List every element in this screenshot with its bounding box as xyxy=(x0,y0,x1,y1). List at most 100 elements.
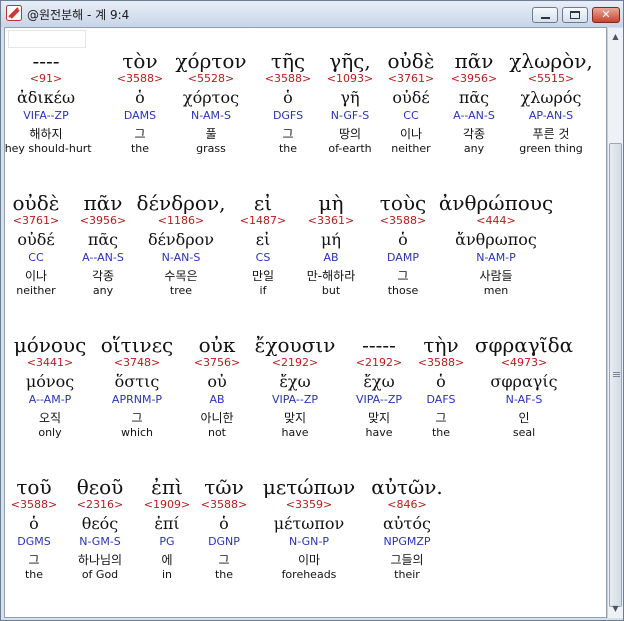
word-group[interactable]: γῆς, <1093> γῆ N-GF-S 땅의 of-earth xyxy=(327,50,373,156)
parse-code: VIFA--ZP xyxy=(23,109,69,122)
lemma: πᾶς xyxy=(87,230,119,249)
word-group[interactable]: τῶν <3588> ὁ DGNP 그 the xyxy=(201,476,247,582)
korean-gloss: 이마 xyxy=(297,553,321,567)
word-group[interactable]: οὐδὲ <3761> οὐδέ CC 이나 neither xyxy=(388,50,435,156)
lemma: θεός xyxy=(81,514,119,533)
english-gloss: any xyxy=(92,284,114,297)
word-group[interactable]: εἰ <1487> εἰ CS 만일 if xyxy=(240,192,286,298)
word-group[interactable]: τοῦ <3588> ὁ DGMS 그 the xyxy=(11,476,57,582)
strong-number: <846> xyxy=(387,498,427,511)
word-group[interactable]: ---- <91> ἀδικέω VIFA--ZP 해하지 they should-hur… xyxy=(5,49,92,156)
interlinear-pane[interactable]: ---- <91> ἀδικέω VIFA--ZP 해하지 they should-hur… xyxy=(4,27,607,618)
vertical-scrollbar[interactable]: ▲ ▼ xyxy=(607,28,623,618)
word-group[interactable]: αὐτῶν. <846> αὐτός NPGMZP 그들의 their xyxy=(371,476,443,582)
english-gloss: only xyxy=(38,426,62,439)
parse-code: CS xyxy=(255,251,271,264)
korean-gloss: 그 xyxy=(131,411,143,425)
strong-number: <3956> xyxy=(450,72,498,85)
strong-number: <2316> xyxy=(76,498,124,511)
lemma: μόνος xyxy=(25,372,75,391)
scrollbar-thumb[interactable] xyxy=(609,143,622,607)
korean-gloss: 인 xyxy=(518,411,530,425)
greek-word: μὴ xyxy=(318,191,344,215)
lemma: πᾶς xyxy=(458,88,490,107)
english-gloss: have xyxy=(281,426,309,439)
greek-word: τοὺς xyxy=(379,191,427,215)
word-group[interactable]: ἔχουσιν <2192> ἔχω VIPA--ZP 맞지 have xyxy=(255,334,336,440)
parse-code: N-GM-S xyxy=(79,535,121,548)
word-group[interactable]: ----- <2192> ἔχω VIPA--ZP 맞지 have xyxy=(356,334,402,440)
korean-gloss: 풀 xyxy=(205,127,217,141)
word-group[interactable]: πᾶν <3956> πᾶς A--AN-S 각종 any xyxy=(451,50,497,156)
english-gloss: the xyxy=(24,568,44,581)
korean-gloss: 만일 xyxy=(251,269,275,283)
english-gloss: their xyxy=(394,568,420,581)
greek-word: γῆς, xyxy=(329,49,371,73)
word-group[interactable]: τὸν <3588> ὁ DAMS 그 the xyxy=(117,50,163,156)
word-group[interactable]: σφραγῖδα <4973> σφραγίς N-AF-S 인 seal xyxy=(475,334,573,440)
word-group[interactable]: τῆς <3588> ὁ DGFS 그 the xyxy=(265,50,311,156)
korean-gloss: 그 xyxy=(282,127,294,141)
lemma: σφραγίς xyxy=(490,372,558,391)
word-group[interactable]: μόνους <3441> μόνος A--AM-P 오직 only xyxy=(14,334,87,440)
word-group[interactable]: θεοῦ <2316> θεός N-GM-S 하나님의 of God xyxy=(77,476,124,582)
english-gloss: neither xyxy=(391,142,431,155)
strong-number: <3361> xyxy=(307,214,355,227)
korean-gloss: 에 xyxy=(161,553,173,567)
strong-number: <1186> xyxy=(157,214,205,227)
app-icon[interactable] xyxy=(6,5,22,21)
word-group[interactable]: οὐκ <3756> οὐ AB 아니한 not xyxy=(194,334,240,440)
word-group[interactable]: ἐπὶ <1909> ἐπί PG 에 in xyxy=(144,476,190,582)
word-group[interactable]: ἀνθρώπους <444> ἄνθρωπος N-AM-P 사람들 men xyxy=(439,192,553,298)
greek-word: οἵτινες xyxy=(100,333,174,357)
korean-gloss: 해하지 xyxy=(29,127,63,141)
word-group[interactable]: χλωρὸν, <5515> χλωρός AP-AN-S 푸른 것 green thin… xyxy=(509,50,592,156)
korean-gloss: 그 xyxy=(397,269,409,283)
parse-code: A--AN-S xyxy=(453,109,495,122)
title-bar[interactable]: @원전분해 - 계 9:4 ✕ xyxy=(1,1,623,27)
lemma: εἰ xyxy=(255,230,271,249)
english-gloss: the xyxy=(214,568,234,581)
english-gloss: which xyxy=(120,426,154,439)
lemma: ἀδικέω xyxy=(16,88,76,107)
greek-word: χόρτον xyxy=(175,49,247,73)
maximize-button[interactable] xyxy=(562,7,588,23)
word-group[interactable]: χόρτον <5528> χόρτος N-AM-S 풀 grass xyxy=(175,50,246,156)
lemma: ὁ xyxy=(398,230,408,249)
greek-word: πᾶν xyxy=(83,191,123,215)
parse-code: DGNP xyxy=(208,535,240,548)
minimize-icon xyxy=(541,17,550,19)
scroll-down-arrow-icon[interactable]: ▼ xyxy=(608,601,623,616)
strong-number: <3441> xyxy=(26,356,74,369)
lemma: ἔχω xyxy=(279,372,311,391)
word-group[interactable]: τοὺς <3588> ὁ DAMP 그 those xyxy=(380,192,426,298)
greek-word: τὸν xyxy=(122,49,158,73)
word-group[interactable]: μὴ <3361> μή AB 만-해하라 but xyxy=(307,192,356,298)
strong-number: <3756> xyxy=(193,356,241,369)
reference-input[interactable] xyxy=(8,30,86,48)
word-group[interactable]: τὴν <3588> ὁ DAFS 그 the xyxy=(418,334,464,440)
greek-word: τοῦ xyxy=(16,475,52,499)
strong-number: <91> xyxy=(29,72,63,85)
greek-word: τὴν xyxy=(423,333,459,357)
greek-word: δένδρον, xyxy=(136,191,226,215)
strong-number: <3761> xyxy=(387,72,435,85)
minimize-button[interactable] xyxy=(532,7,558,23)
korean-gloss: 푸른 것 xyxy=(532,127,570,141)
strong-number: <3588> xyxy=(379,214,427,227)
word-group[interactable]: δένδρον, <1186> δένδρον N-AN-S 수목은 tree xyxy=(137,192,226,298)
greek-word: χλωρὸν, xyxy=(509,49,593,73)
parse-code: CC xyxy=(28,251,44,264)
greek-word: ---- xyxy=(32,49,60,73)
word-group[interactable]: πᾶν <3956> πᾶς A--AN-S 각종 any xyxy=(80,192,126,298)
close-button[interactable]: ✕ xyxy=(592,7,620,23)
word-group[interactable]: οὐδὲ <3761> οὐδέ CC 이나 neither xyxy=(13,192,60,298)
lemma: ὅστις xyxy=(114,372,160,391)
lemma: ἐπί xyxy=(154,514,180,533)
english-gloss: the xyxy=(278,142,298,155)
word-group[interactable]: μετώπων <3359> μέτωπον N-GN-P 이마 foreheads xyxy=(263,476,355,582)
scroll-up-arrow-icon[interactable]: ▲ xyxy=(608,29,623,44)
parse-code: N-GF-S xyxy=(330,109,370,122)
lemma: μέτωπον xyxy=(273,514,345,533)
word-group[interactable]: οἵτινες <3748> ὅστις APRNM-P 그 which xyxy=(101,334,174,440)
